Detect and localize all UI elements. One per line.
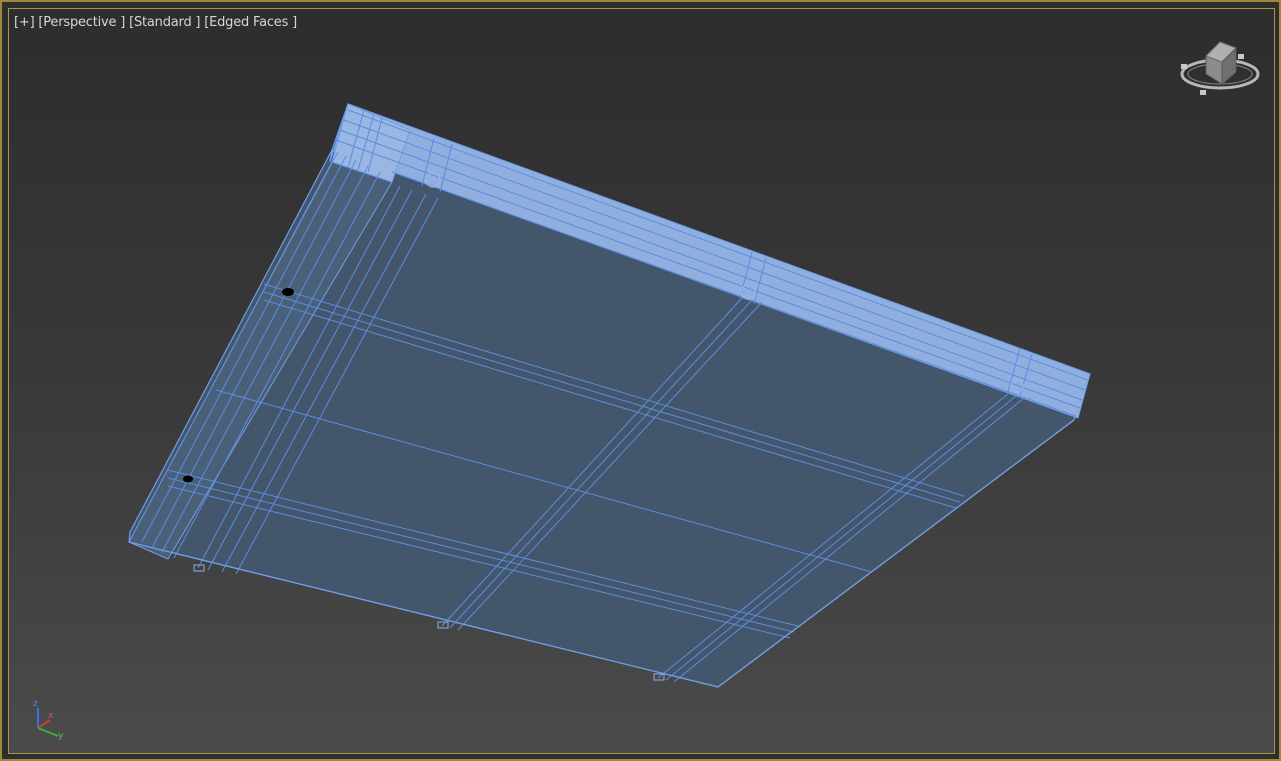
- model-mesh[interactable]: [2, 2, 1281, 761]
- viewport-label-menu[interactable]: [+] [Perspective ] [Standard ] [Edged Fa…: [14, 15, 297, 30]
- axis-tripod-icon: z x y: [33, 699, 64, 740]
- viewport-view-menu[interactable]: [Perspective ]: [38, 15, 125, 30]
- axis-y-label: y: [58, 731, 64, 740]
- viewport-plus-menu[interactable]: [+]: [14, 15, 35, 30]
- viewport-display-mode-menu[interactable]: [Edged Faces ]: [204, 15, 297, 30]
- viewport-shading-menu[interactable]: [Standard ]: [129, 15, 200, 30]
- axis-x-label: x: [48, 711, 54, 721]
- axis-z-label: z: [33, 699, 38, 709]
- model-bottom-face: [128, 103, 1091, 688]
- perspective-viewport[interactable]: [+] [Perspective ] [Standard ] [Edged Fa…: [0, 0, 1281, 761]
- viewcube-icon[interactable]: [1178, 38, 1262, 98]
